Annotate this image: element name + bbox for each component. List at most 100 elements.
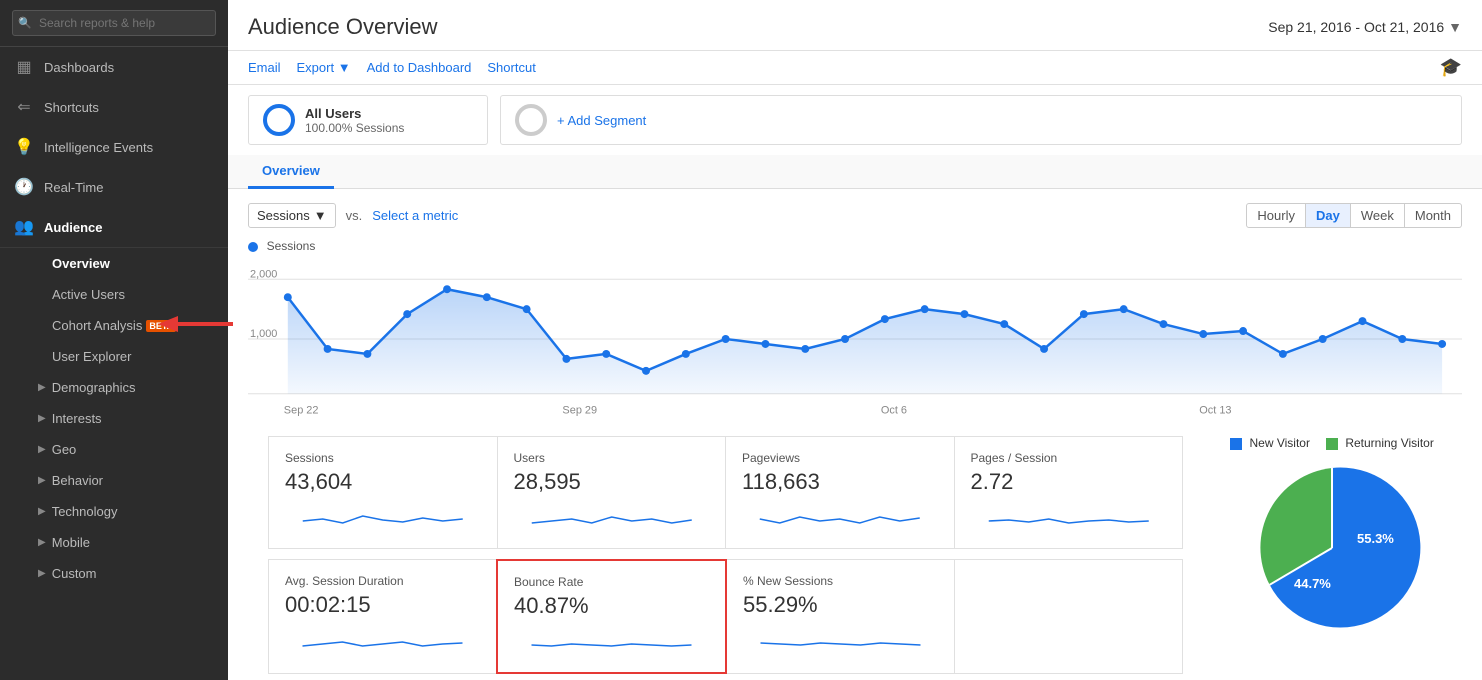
- metric-users-value: 28,595: [514, 469, 710, 495]
- sidebar-item-intelligence[interactable]: 💡 Intelligence Events: [0, 127, 228, 167]
- new-visitor-legend-box: [1230, 438, 1242, 450]
- mortarboard-icon: 🎓: [1440, 57, 1462, 77]
- metric-users: Users 28,595: [497, 436, 727, 549]
- day-button[interactable]: Day: [1306, 203, 1351, 228]
- sidebar-sub-label: Demographics: [52, 380, 136, 395]
- arrow-icon: ▶: [38, 506, 46, 517]
- chart-area: Sessions ▼ vs. Select a metric Hourly Da…: [228, 189, 1482, 436]
- date-range-text: Sep 21, 2016 - Oct 21, 2016: [1268, 19, 1444, 35]
- pie-chart: 55.3% 44.7%: [1242, 458, 1422, 638]
- sidebar-sub-label: Custom: [52, 566, 97, 581]
- metric-new-sessions-value: 55.29%: [743, 592, 938, 618]
- returning-visitor-legend-label: Returning Visitor: [1345, 436, 1434, 450]
- metric-bounce-rate-name: Bounce Rate: [514, 575, 709, 589]
- svg-text:Sep 22: Sep 22: [284, 405, 319, 417]
- users-sparkline: [514, 501, 710, 531]
- sidebar: ▦ Dashboards ⇐ Shortcuts 💡 Intelligence …: [0, 0, 228, 680]
- tab-label: Overview: [262, 163, 320, 178]
- search-input[interactable]: [12, 10, 216, 36]
- sidebar-sub-label: Overview: [52, 256, 110, 271]
- sidebar-item-interests[interactable]: ▶ Interests: [0, 403, 228, 434]
- audience-icon: 👥: [14, 217, 34, 237]
- sidebar-item-active-users[interactable]: Active Users: [0, 279, 228, 310]
- sidebar-item-cohort[interactable]: Cohort Analysis BETA: [0, 310, 228, 341]
- add-segment-button[interactable]: + Add Segment: [500, 95, 1462, 145]
- chart-controls: Sessions ▼ vs. Select a metric Hourly Da…: [248, 203, 1462, 228]
- svg-text:1,000: 1,000: [250, 328, 277, 340]
- all-users-segment[interactable]: All Users 100.00% Sessions: [248, 95, 488, 145]
- sidebar-sub-label: Technology: [52, 504, 118, 519]
- metric-sessions: Sessions 43,604: [268, 436, 498, 549]
- svg-text:Oct 13: Oct 13: [1199, 405, 1231, 417]
- sidebar-item-dashboards[interactable]: ▦ Dashboards: [0, 47, 228, 87]
- arrow-icon: ▶: [38, 568, 46, 579]
- chevron-down-icon: ▼: [1448, 19, 1462, 35]
- email-link[interactable]: Email: [248, 60, 281, 75]
- sidebar-search-area: [0, 0, 228, 47]
- week-button[interactable]: Week: [1351, 203, 1405, 228]
- metric-new-sessions-name: % New Sessions: [743, 574, 938, 588]
- sidebar-item-shortcuts[interactable]: ⇐ Shortcuts: [0, 87, 228, 127]
- dashboards-icon: ▦: [14, 57, 34, 77]
- metric-label: Sessions: [257, 208, 310, 223]
- metrics-row-2: Avg. Session Duration 00:02:15 Bounce Ra…: [248, 559, 1202, 680]
- chart-container: 2,000 1,000: [248, 259, 1462, 422]
- audience-sub-nav: Overview Active Users Cohort Analysis BE…: [0, 248, 228, 589]
- metric-avg-session: Avg. Session Duration 00:02:15: [268, 559, 497, 674]
- metric-pageviews: Pageviews 118,663: [725, 436, 955, 549]
- svg-text:Sep 29: Sep 29: [562, 405, 597, 417]
- export-label: Export: [297, 60, 335, 75]
- metric-dropdown-arrow: ▼: [314, 208, 327, 223]
- sidebar-item-mobile[interactable]: ▶ Mobile: [0, 527, 228, 558]
- sidebar-item-demographics[interactable]: ▶ Demographics: [0, 372, 228, 403]
- pages-session-sparkline: [971, 501, 1167, 531]
- metric-sessions-value: 43,604: [285, 469, 481, 495]
- select-metric-link[interactable]: Select a metric: [372, 208, 458, 223]
- sessions-legend-dot: [248, 242, 258, 252]
- sidebar-item-audience[interactable]: 👥 Audience: [0, 207, 228, 247]
- sidebar-item-overview[interactable]: Overview: [0, 248, 228, 279]
- metric-sessions-name: Sessions: [285, 451, 481, 465]
- sidebar-item-technology[interactable]: ▶ Technology: [0, 496, 228, 527]
- metric-new-sessions: % New Sessions 55.29%: [726, 559, 955, 674]
- arrow-icon: ▶: [38, 382, 46, 393]
- metric-pageviews-name: Pageviews: [742, 451, 938, 465]
- sidebar-item-label: Shortcuts: [44, 100, 99, 115]
- sidebar-sub-label: Behavior: [52, 473, 103, 488]
- hourly-button[interactable]: Hourly: [1246, 203, 1306, 228]
- sidebar-item-behavior[interactable]: ▶ Behavior: [0, 465, 228, 496]
- sidebar-item-realtime[interactable]: 🕐 Real-Time: [0, 167, 228, 207]
- return-pct-label: 44.7%: [1294, 576, 1331, 591]
- sidebar-item-label: Intelligence Events: [44, 140, 153, 155]
- metric-pages-session-name: Pages / Session: [971, 451, 1167, 465]
- tab-overview[interactable]: Overview: [248, 155, 334, 189]
- date-range-picker[interactable]: Sep 21, 2016 - Oct 21, 2016 ▼: [1268, 19, 1462, 35]
- pie-chart-section: New Visitor Returning Visitor 55.3% 44.7…: [1202, 436, 1462, 680]
- new-visitor-legend-label: New Visitor: [1250, 436, 1310, 450]
- arrow-icon: ▶: [38, 537, 46, 548]
- sidebar-item-custom[interactable]: ▶ Custom: [0, 558, 228, 589]
- metric-bounce-rate-value: 40.87%: [514, 593, 709, 619]
- sessions-sparkline: [285, 501, 481, 531]
- arrow-icon: ▶: [38, 444, 46, 455]
- add-segment-label: + Add Segment: [557, 113, 646, 128]
- segment-circle-icon: [263, 104, 295, 136]
- sidebar-item-user-explorer[interactable]: User Explorer: [0, 341, 228, 372]
- bounce-rate-sparkline: [514, 625, 709, 655]
- svg-text:2,000: 2,000: [250, 268, 277, 280]
- metrics-section: Sessions 43,604 Users 28,595 Pageviews 1…: [248, 436, 1202, 680]
- export-link[interactable]: Export ▼: [297, 60, 351, 75]
- bottom-section: Sessions 43,604 Users 28,595 Pageviews 1…: [228, 436, 1482, 680]
- sidebar-item-label: Dashboards: [44, 60, 114, 75]
- sidebar-sub-label: Mobile: [52, 535, 90, 550]
- shortcut-link[interactable]: Shortcut: [487, 60, 535, 75]
- sidebar-item-geo[interactable]: ▶ Geo: [0, 434, 228, 465]
- segment-label: All Users: [305, 106, 404, 121]
- shortcuts-icon: ⇐: [14, 97, 34, 117]
- metric-dropdown[interactable]: Sessions ▼: [248, 203, 336, 228]
- intelligence-icon: 💡: [14, 137, 34, 157]
- new-pct-label: 55.3%: [1357, 531, 1394, 546]
- month-button[interactable]: Month: [1405, 203, 1462, 228]
- add-dashboard-link[interactable]: Add to Dashboard: [367, 60, 472, 75]
- pageviews-sparkline: [742, 501, 938, 531]
